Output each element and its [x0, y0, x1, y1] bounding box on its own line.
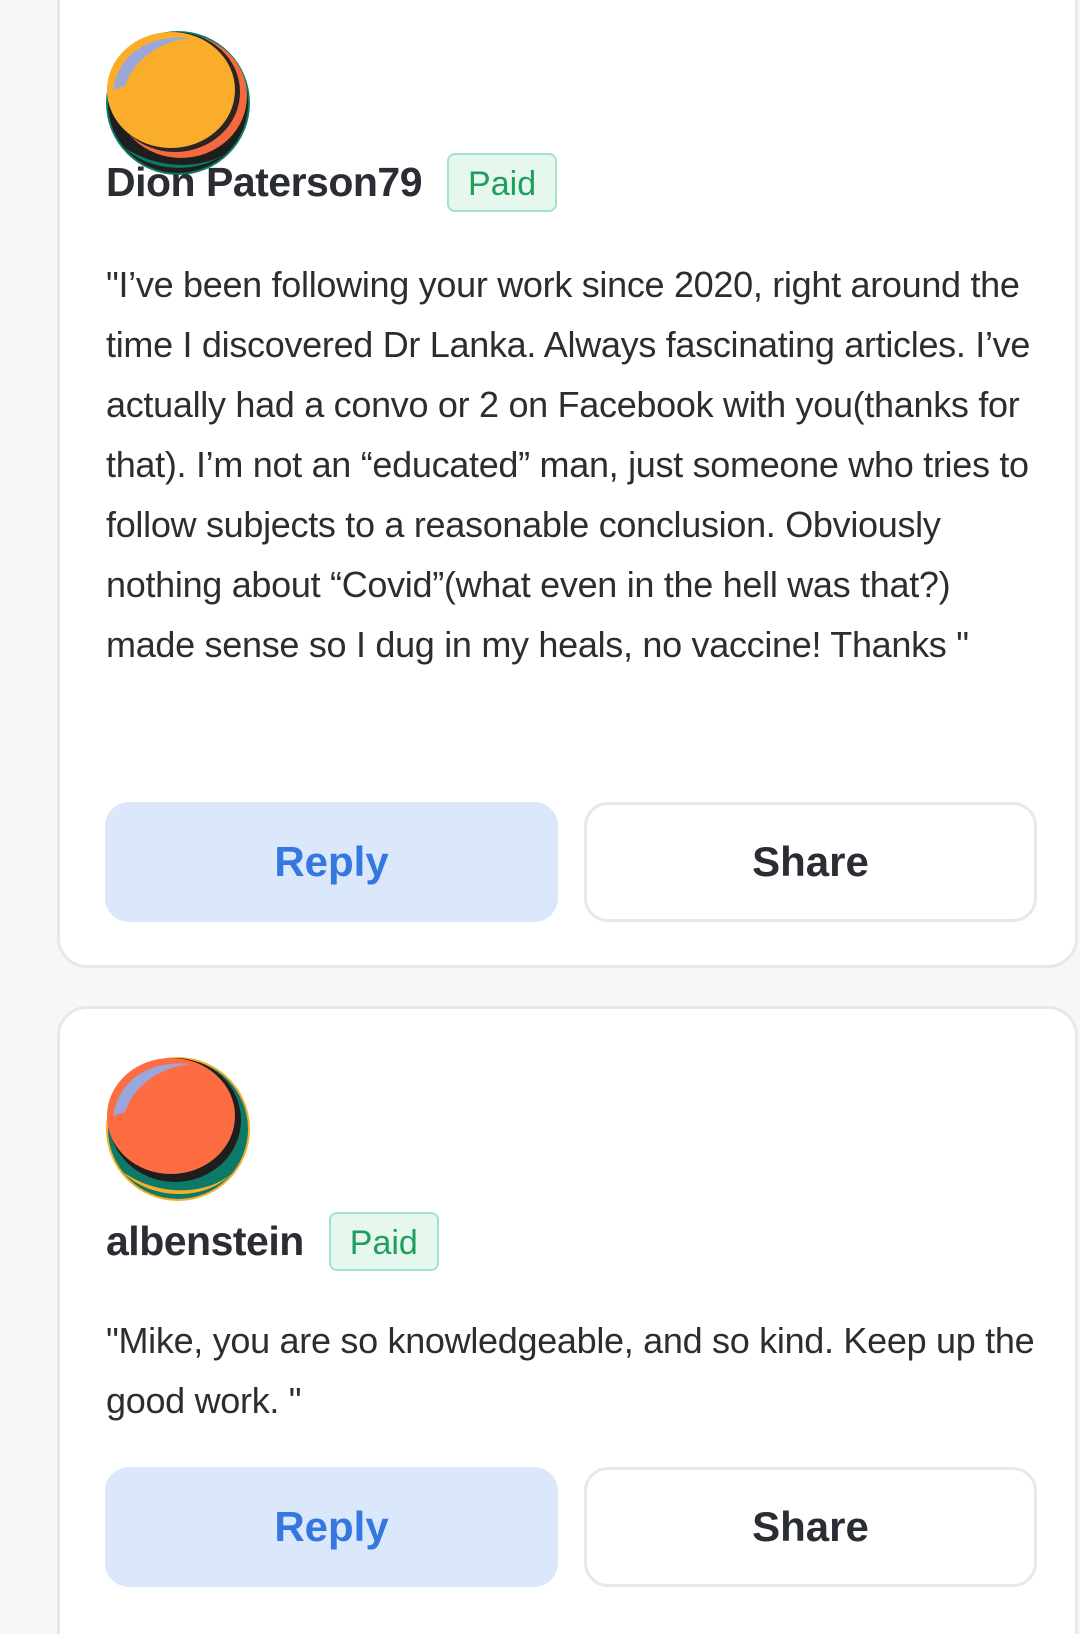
- share-button[interactable]: Share: [584, 802, 1037, 922]
- avatar[interactable]: [105, 1056, 251, 1202]
- share-button[interactable]: Share: [584, 1467, 1037, 1587]
- reply-button[interactable]: Reply: [105, 802, 558, 922]
- author-row: albenstein Paid: [106, 1212, 439, 1271]
- reply-button[interactable]: Reply: [105, 1467, 558, 1587]
- comment-text: "Mike, you are so knowledgeable, and so …: [106, 1320, 1035, 1421]
- paid-badge: Paid: [447, 153, 558, 212]
- comment-text: "I’ve been following your work since 202…: [106, 264, 1031, 665]
- comment-card: Dion Paterson79 Paid "I’ve been followin…: [57, 0, 1078, 968]
- author-row: Dion Paterson79 Paid: [106, 153, 558, 212]
- comment-card: albenstein Paid "Mike, you are so knowle…: [57, 1006, 1078, 1634]
- avatar-icon: [106, 1057, 250, 1201]
- author-name[interactable]: albenstein: [106, 1218, 304, 1265]
- author-name[interactable]: Dion Paterson79: [106, 159, 423, 206]
- comments-page: Dion Paterson79 Paid "I’ve been followin…: [0, 0, 1080, 1634]
- paid-badge: Paid: [328, 1212, 439, 1271]
